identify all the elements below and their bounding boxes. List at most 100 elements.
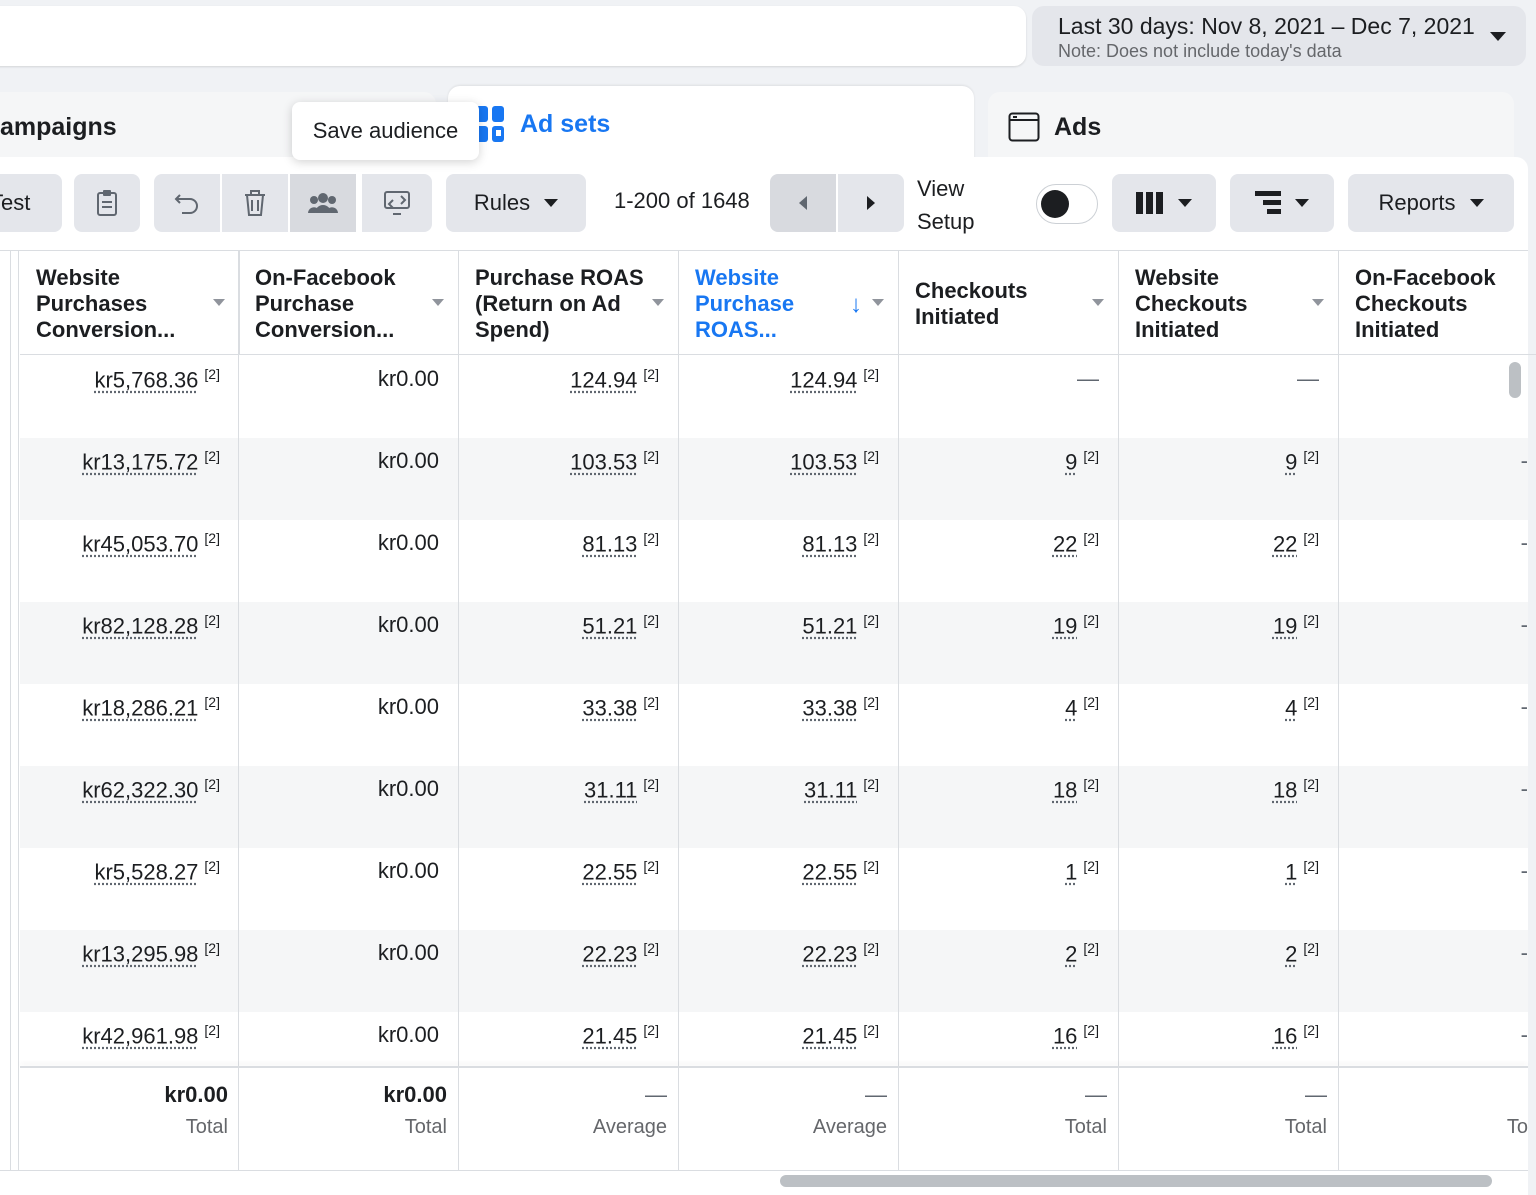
tab-ads[interactable]: Ads xyxy=(988,92,1514,162)
footnote-marker[interactable]: [2] xyxy=(204,940,220,956)
footnote-marker[interactable]: [2] xyxy=(204,366,220,382)
footnote-marker[interactable]: [2] xyxy=(643,612,659,628)
cell-value-link[interactable]: 22.23 xyxy=(802,941,857,966)
footnote-marker[interactable]: [2] xyxy=(1083,612,1099,628)
footnote-marker[interactable]: [2] xyxy=(1303,612,1319,628)
table-row[interactable]: kr82,128.28 [2] kr0.00 51.21 [2] 51.21 [2] 19 [2… xyxy=(20,602,1528,684)
footnote-marker[interactable]: [2] xyxy=(643,776,659,792)
cell-value-link[interactable]: 2 xyxy=(1285,941,1297,966)
footnote-marker[interactable]: [2] xyxy=(863,612,879,628)
footnote-marker[interactable]: [2] xyxy=(1083,530,1099,546)
footnote-marker[interactable]: [2] xyxy=(204,448,220,464)
footnote-marker[interactable]: [2] xyxy=(643,940,659,956)
cell-value-link[interactable]: 2 xyxy=(1065,941,1077,966)
footnote-marker[interactable]: [2] xyxy=(204,1022,220,1038)
footnote-marker[interactable]: [2] xyxy=(204,858,220,874)
cell-value-link[interactable]: 33.38 xyxy=(582,695,637,720)
footnote-marker[interactable]: [2] xyxy=(643,530,659,546)
footnote-marker[interactable]: [2] xyxy=(1083,448,1099,464)
cell-value-link[interactable]: kr13,295.98 xyxy=(82,941,198,966)
cell-value-link[interactable]: 31.11 xyxy=(584,777,637,802)
column-header-website-purchase-roas[interactable]: Website Purchase ROAS... ↓ xyxy=(679,251,899,355)
footnote-marker[interactable]: [2] xyxy=(863,1022,879,1038)
cell-value-link[interactable]: 51.21 xyxy=(802,613,857,638)
footnote-marker[interactable]: [2] xyxy=(204,694,220,710)
footnote-marker[interactable]: [2] xyxy=(643,366,659,382)
cell-value-link[interactable]: kr62,322.30 xyxy=(82,777,198,802)
cell-value-link[interactable]: 103.53 xyxy=(790,449,857,474)
footnote-marker[interactable]: [2] xyxy=(1083,694,1099,710)
footnote-marker[interactable]: [2] xyxy=(204,612,220,628)
cell-value-link[interactable]: kr45,053.70 xyxy=(82,531,198,556)
date-range-picker[interactable]: Last 30 days: Nov 8, 2021 – Dec 7, 2021 … xyxy=(1032,6,1526,66)
footnote-marker[interactable]: [2] xyxy=(863,694,879,710)
cell-value-link[interactable]: 1 xyxy=(1285,859,1297,884)
footnote-marker[interactable]: [2] xyxy=(863,366,879,382)
ab-test-button[interactable]: Test xyxy=(0,174,62,232)
cell-value-link[interactable]: 22 xyxy=(1273,531,1297,556)
rules-button[interactable]: Rules xyxy=(446,174,586,232)
footnote-marker[interactable]: [2] xyxy=(1083,858,1099,874)
column-header-purchase-roas[interactable]: Purchase ROAS (Return on Ad Spend) xyxy=(459,251,679,355)
footnote-marker[interactable]: [2] xyxy=(1303,448,1319,464)
view-setup-toggle[interactable] xyxy=(1036,184,1098,224)
cell-value-link[interactable]: 19 xyxy=(1273,613,1297,638)
footnote-marker[interactable]: [2] xyxy=(1303,1022,1319,1038)
clipboard-button[interactable] xyxy=(74,174,140,232)
cell-value-link[interactable]: 1 xyxy=(1065,859,1077,884)
cell-value-link[interactable]: kr5,528.27 xyxy=(94,859,198,884)
reports-button[interactable]: Reports xyxy=(1348,174,1514,232)
footnote-marker[interactable]: [2] xyxy=(643,858,659,874)
cell-value-link[interactable]: 103.53 xyxy=(570,449,637,474)
table-row[interactable]: kr18,286.21 [2] kr0.00 33.38 [2] 33.38 [2] 4 [2]… xyxy=(20,684,1528,766)
cell-value-link[interactable]: 81.13 xyxy=(582,531,637,556)
export-button[interactable] xyxy=(362,174,432,232)
footnote-marker[interactable]: [2] xyxy=(863,858,879,874)
cell-value-link[interactable]: 22.23 xyxy=(582,941,637,966)
cell-value-link[interactable]: 16 xyxy=(1273,1023,1297,1048)
cell-value-link[interactable]: kr13,175.72 xyxy=(82,449,198,474)
cell-value-link[interactable]: 4 xyxy=(1285,695,1297,720)
footnote-marker[interactable]: [2] xyxy=(643,1022,659,1038)
cell-value-link[interactable]: kr82,128.28 xyxy=(82,613,198,638)
delete-button[interactable] xyxy=(222,174,288,232)
footnote-marker[interactable]: [2] xyxy=(1083,940,1099,956)
tab-adsets[interactable]: Ad sets xyxy=(448,86,974,162)
cell-value-link[interactable]: 18 xyxy=(1053,777,1077,802)
cell-value-link[interactable]: 16 xyxy=(1053,1023,1077,1048)
cell-value-link[interactable]: 9 xyxy=(1065,449,1077,474)
footnote-marker[interactable]: [2] xyxy=(1083,1022,1099,1038)
cell-value-link[interactable]: kr18,286.21 xyxy=(82,695,198,720)
cell-value-link[interactable]: 4 xyxy=(1065,695,1077,720)
vertical-scrollbar[interactable] xyxy=(1509,362,1521,398)
cell-value-link[interactable]: 22.55 xyxy=(582,859,637,884)
cell-value-link[interactable]: 31.11 xyxy=(804,777,857,802)
breakdown-button[interactable] xyxy=(1230,174,1334,232)
footnote-marker[interactable]: [2] xyxy=(204,776,220,792)
footnote-marker[interactable]: [2] xyxy=(863,530,879,546)
cell-value-link[interactable]: 22.55 xyxy=(802,859,857,884)
columns-button[interactable] xyxy=(1112,174,1216,232)
table-row[interactable]: kr5,528.27 [2] kr0.00 22.55 [2] 22.55 [2] 1 [2] 1… xyxy=(20,848,1528,930)
column-header-website-purchases-conversion[interactable]: Website Purchases Conversion... xyxy=(20,251,240,355)
cell-value-link[interactable]: 9 xyxy=(1285,449,1297,474)
cell-value-link[interactable]: 21.45 xyxy=(802,1023,857,1048)
cell-value-link[interactable]: kr42,961.98 xyxy=(82,1023,198,1048)
table-row[interactable]: kr5,768.36 [2] kr0.00 124.94 [2] 124.94 [2] — — xyxy=(20,356,1528,438)
footnote-marker[interactable]: [2] xyxy=(1303,776,1319,792)
footnote-marker[interactable]: [2] xyxy=(643,448,659,464)
footnote-marker[interactable]: [2] xyxy=(1303,858,1319,874)
prev-page-button[interactable] xyxy=(770,174,836,232)
next-page-button[interactable] xyxy=(838,174,904,232)
column-header-checkouts-initiated[interactable]: Checkouts Initiated xyxy=(899,251,1119,355)
footnote-marker[interactable]: [2] xyxy=(1303,530,1319,546)
table-row[interactable]: kr62,322.30 [2] kr0.00 31.11 [2] 31.11 [2] 18 [2… xyxy=(20,766,1528,848)
cell-value-link[interactable]: 33.38 xyxy=(802,695,857,720)
footnote-marker[interactable]: [2] xyxy=(863,448,879,464)
cell-value-link[interactable]: kr5,768.36 xyxy=(94,367,198,392)
footnote-marker[interactable]: [2] xyxy=(1303,940,1319,956)
table-row[interactable]: kr45,053.70 [2] kr0.00 81.13 [2] 81.13 [2] 22 [2… xyxy=(20,520,1528,602)
footnote-marker[interactable]: [2] xyxy=(643,694,659,710)
column-header-website-checkouts-initiated[interactable]: Website Checkouts Initiated xyxy=(1119,251,1339,355)
table-row[interactable]: kr13,175.72 [2] kr0.00 103.53 [2] 103.53 [2] 9 [… xyxy=(20,438,1528,520)
